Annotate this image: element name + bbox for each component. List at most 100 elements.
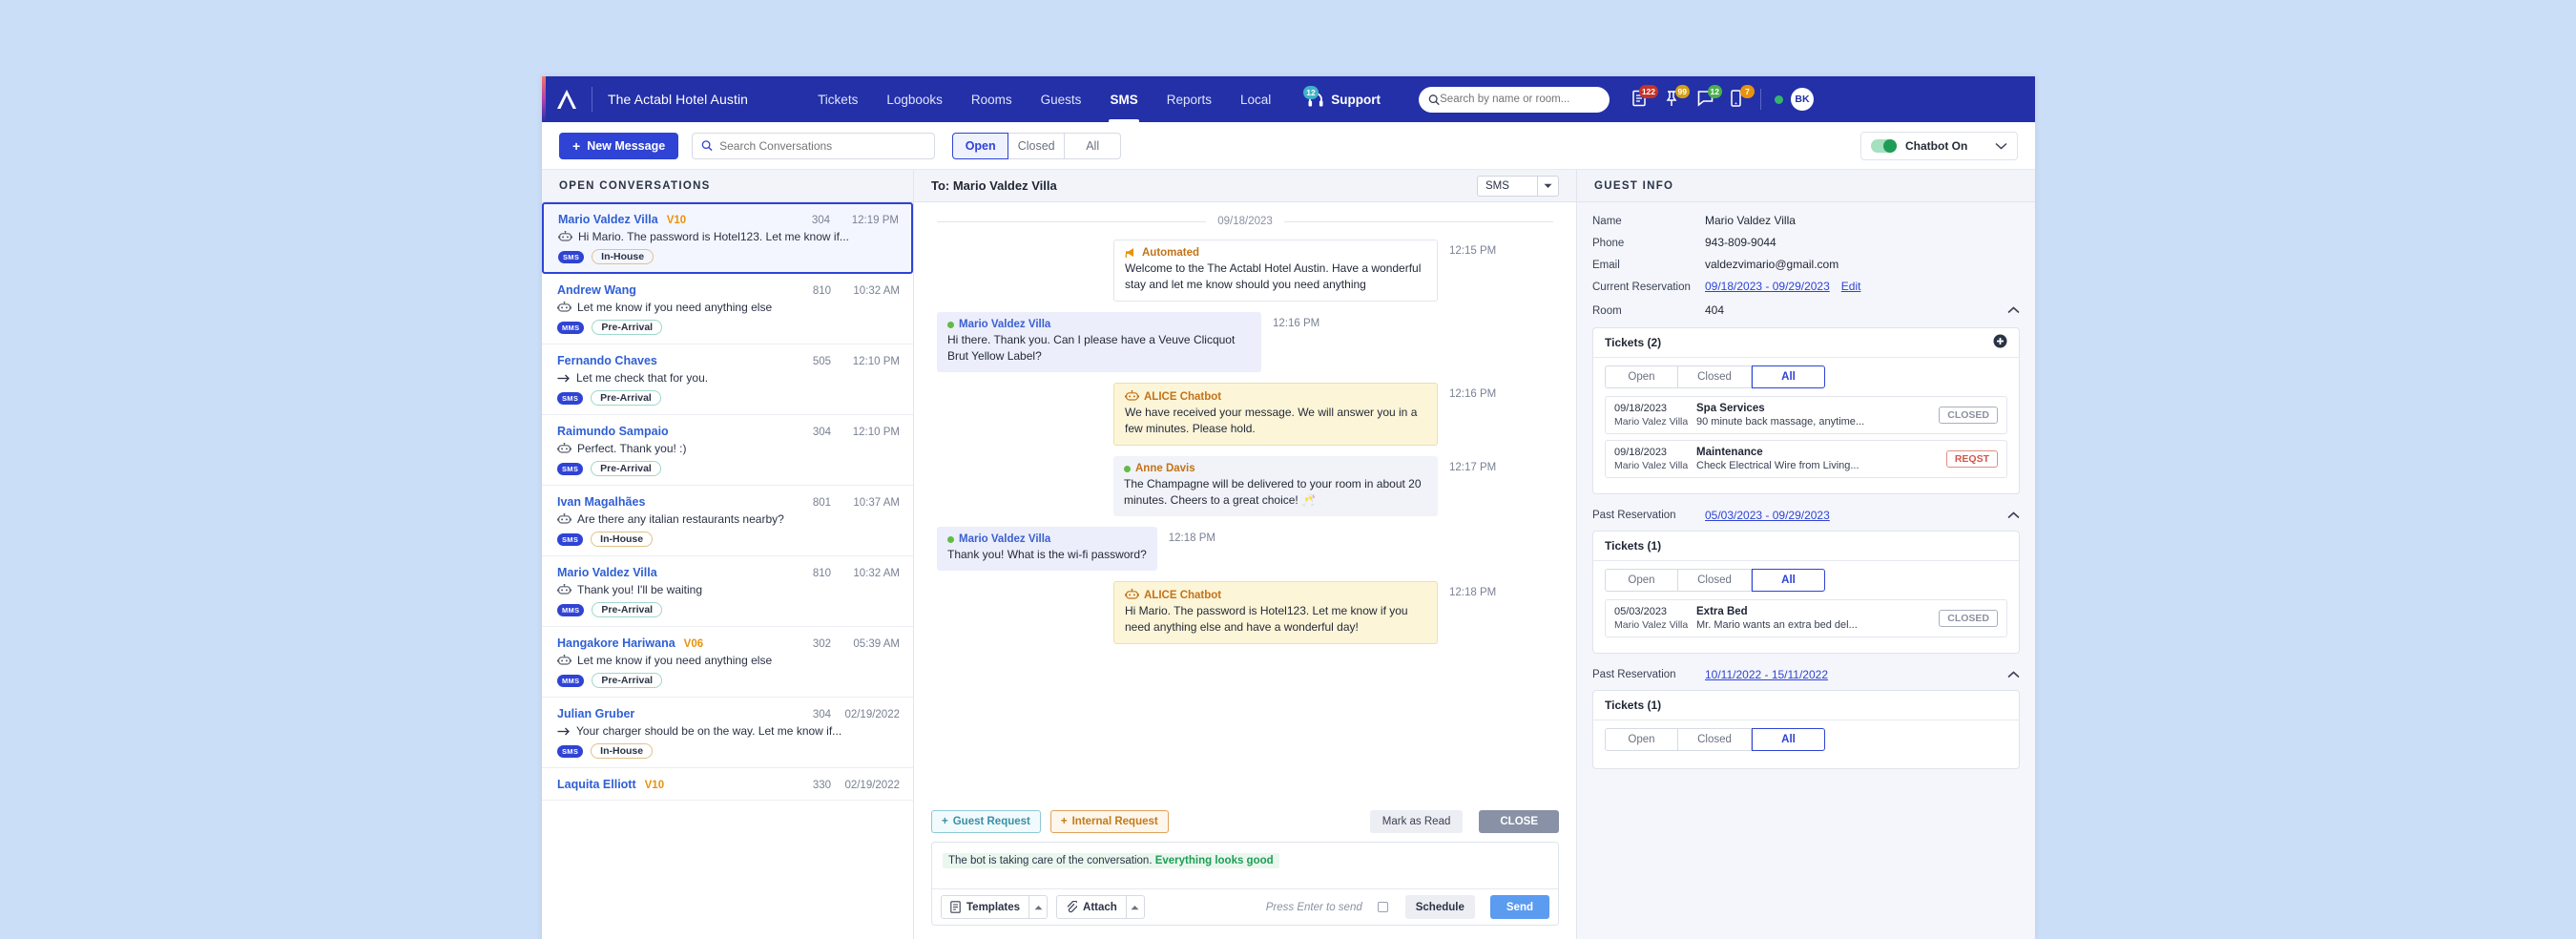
avatar[interactable]: BK [1791,88,1815,111]
internal-request-label: Internal Request [1071,816,1158,827]
bot-icon [557,654,571,665]
ticket-tab[interactable]: Closed [1678,365,1752,388]
message: ALICE Chatbot Hi Mario. The password is H… [937,581,1553,645]
date-divider: 09/18/2023 [937,216,1553,227]
conversation-filter-tabs: Open Closed All [952,132,1122,159]
field-value-link[interactable]: 09/18/2023 - 09/29/2023 [1705,280,1830,293]
conversation-item[interactable]: Hangakore Hariwana V06 302 05:39 AM Let me k… [542,627,913,698]
new-message-button[interactable]: + New Message [559,132,679,159]
collapse-icon[interactable] [2007,666,2020,683]
channel-select[interactable]: SMS [1477,175,1559,197]
conversation-item[interactable]: Fernando Chaves 505 12:10 PM Let me check t… [542,344,913,415]
ticket-tab[interactable]: Closed [1678,569,1752,592]
chatbot-label: Chatbot On [1905,138,1968,153]
ticket-row[interactable]: 09/18/2023 Mario Valez Villa Maintenance Ch… [1605,440,2007,478]
ticket-tab[interactable]: All [1752,569,1825,592]
conversation-room: 505 [812,356,831,367]
schedule-button[interactable]: Schedule [1404,895,1475,919]
conversation-item[interactable]: Mario Valdez Villa V10 304 12:19 PM Hi Mario… [542,202,913,274]
date-divider-label: 09/18/2023 [1217,216,1273,227]
ticket-tab[interactable]: Open [1605,365,1678,388]
ticket-tab[interactable]: All [1752,365,1825,388]
nav-link-logbooks[interactable]: Logbooks [872,76,957,122]
conversation-time: 10:32 AM [853,568,900,579]
nav-link-sms[interactable]: SMS [1095,76,1152,122]
conversation-name: Mario Valdez Villa [558,213,658,226]
global-search-input[interactable] [1440,94,1601,105]
ticket-status-badge: CLOSED [1939,610,1998,627]
ticket-content: Extra Bed Mr. Mario wants an extra bed de… [1696,606,1939,631]
caret-up-icon[interactable] [1028,896,1047,918]
conversation-item[interactable]: Laquita Elliott V10 330 02/19/2022 [542,768,913,801]
pin-icon[interactable]: 99 [1665,85,1691,109]
mobile-icon[interactable]: 7 [1730,85,1755,109]
ticket-tab[interactable]: Closed [1678,728,1752,751]
chat-icon[interactable]: 12 [1697,85,1723,109]
conversation-item[interactable]: Mario Valdez Villa 810 10:32 AM Thank you! … [542,556,913,627]
add-ticket-icon[interactable] [1993,334,2007,351]
conversation-preview: Are there any italian restaurants nearby… [577,512,784,526]
ticket-row[interactable]: 05/03/2023 Mario Valez Villa Extra Bed Mr. … [1605,599,2007,637]
nav-link-rooms[interactable]: Rooms [957,76,1027,122]
conversation-preview: Hi Mario. The password is Hotel123. Let … [578,230,849,243]
conversation-search-input[interactable] [719,138,926,153]
filter-tab-closed[interactable]: Closed [1008,132,1066,159]
past-reservation-row: Past Reservation 05/03/2023 - 09/29/2023 [1592,507,2020,524]
conversation-item[interactable]: Ivan Magalhães 801 10:37 AM Are there any i… [542,486,913,556]
nav-link-tickets[interactable]: Tickets [803,76,872,122]
past-reservation-dates[interactable]: 05/03/2023 - 09/29/2023 [1705,509,1830,522]
ticket-tab[interactable]: Open [1605,728,1678,751]
ticket-description: Check Electrical Wire from Living... [1696,460,1859,471]
mark-as-read-button[interactable]: Mark as Read [1369,810,1464,833]
conversation-item[interactable]: Julian Gruber 304 02/19/2022 Your charger s… [542,698,913,768]
filter-tab-all[interactable]: All [1065,132,1122,159]
ticket-row[interactable]: 09/18/2023 Mario Valez Villa Spa Services 9… [1605,396,2007,434]
ticket-tab[interactable]: All [1752,728,1825,751]
conversation-item[interactable]: Andrew Wang 810 10:32 AM Let me know if you… [542,274,913,344]
chatbot-toggle[interactable]: Chatbot On [1860,131,2018,160]
arrow-right-icon [557,727,570,735]
message-bubble: Anne Davis The Champagne will be delivere… [1113,456,1438,517]
app-logo[interactable] [542,89,592,110]
send-button[interactable]: Send [1489,895,1549,919]
caret-up-icon[interactable] [1125,896,1144,918]
nav-link-guests[interactable]: Guests [1027,76,1096,122]
conversation-search[interactable] [692,132,936,159]
internal-request-button[interactable]: + Internal Request [1049,810,1169,833]
document-icon[interactable]: 122 [1632,85,1659,109]
attach-button[interactable]: Attach [1056,895,1145,919]
message-sender: ALICE Chatbot [1125,390,1426,403]
conversation-time: 05:39 AM [853,638,900,650]
past-reservation-dates[interactable]: 10/11/2022 - 15/11/2022 [1705,668,1828,681]
composer-textarea[interactable]: The bot is taking care of the conversati… [932,843,1558,888]
nav-link-local[interactable]: Local [1226,76,1285,122]
past-reservation-row: Past Reservation 10/11/2022 - 15/11/2022 [1592,666,2020,683]
close-conversation-button[interactable]: CLOSE [1479,810,1559,833]
templates-label: Templates [966,901,1021,913]
collapse-icon[interactable] [2007,302,2020,319]
message: ALICE Chatbot We have received your messa… [937,383,1553,447]
conversation-list[interactable]: Mario Valdez Villa V10 304 12:19 PM Hi Mario… [542,202,913,939]
guest-request-button[interactable]: + Guest Request [931,810,1041,833]
conversation-item[interactable]: Raimundo Sampaio 304 12:10 PM Perfect. Than… [542,415,913,486]
nav-icon-group: 122 99 12 7 [1632,85,1755,109]
bot-icon [1125,589,1139,599]
ticket-author: Mario Valez Villa [1614,460,1689,471]
message-time: 12:17 PM [1449,462,1497,474]
bot-icon [557,512,571,524]
templates-button[interactable]: Templates [941,895,1049,919]
collapse-icon[interactable] [2007,507,2020,524]
nav-link-reports[interactable]: Reports [1153,76,1226,122]
conversation-room: 810 [812,568,831,579]
filter-tab-open[interactable]: Open [952,132,1009,159]
support-button[interactable]: 12 Support [1303,86,1381,109]
global-search[interactable] [1419,86,1610,113]
tickets-card-header: Tickets (1) [1593,691,2019,720]
press-enter-checkbox[interactable] [1377,902,1388,912]
ticket-tab[interactable]: Open [1605,569,1678,592]
conversation-room: 801 [812,497,831,509]
chatbot-switch[interactable] [1871,138,1897,153]
chevron-down-icon [1537,176,1558,196]
message-text: The Champagne will be delivered to your … [1124,477,1422,508]
edit-reservation-link[interactable]: Edit [1841,280,1861,293]
